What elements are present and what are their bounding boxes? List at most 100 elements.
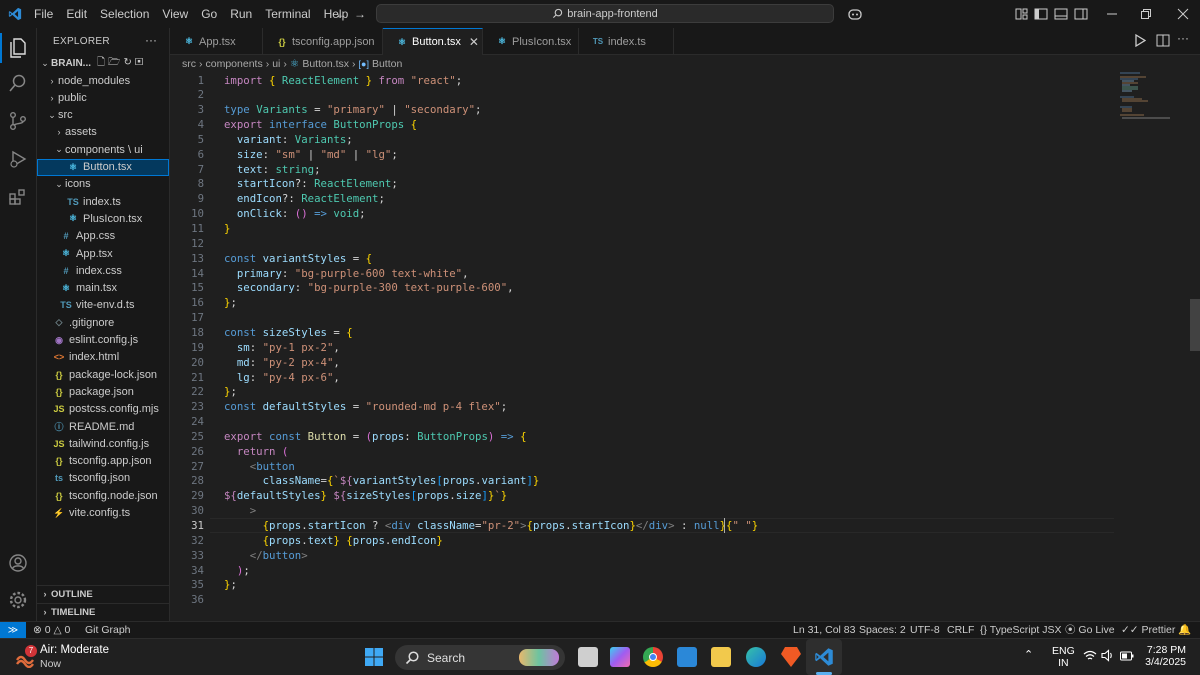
- code-line[interactable]: </button>: [224, 548, 308, 563]
- git-graph-button[interactable]: Git Graph: [85, 622, 131, 639]
- file-explorer-icon[interactable]: [711, 647, 731, 667]
- tree-file[interactable]: # index.css: [37, 262, 169, 279]
- code-line[interactable]: sm: "py-1 px-2",: [224, 340, 340, 355]
- brave-icon[interactable]: [781, 647, 801, 667]
- vscode-logo-icon[interactable]: [8, 7, 22, 21]
- code-line[interactable]: onClick: () => void;: [224, 206, 366, 221]
- tree-folder[interactable]: ⌄ components \ ui: [37, 141, 169, 158]
- line-number[interactable]: 9: [170, 191, 204, 206]
- search-icon[interactable]: [7, 72, 29, 94]
- line-number[interactable]: 36: [170, 592, 204, 607]
- wifi-icon[interactable]: [1083, 650, 1097, 665]
- settings-gear-icon[interactable]: [7, 589, 29, 611]
- tree-folder[interactable]: ⌄ src: [37, 107, 169, 124]
- code-line[interactable]: const defaultStyles = "rounded-md p-4 fl…: [224, 399, 507, 414]
- line-number[interactable]: 7: [170, 162, 204, 177]
- tab-tsconfig-app-json[interactable]: {} tsconfig.app.json: [263, 28, 383, 55]
- explorer-icon[interactable]: [7, 36, 29, 58]
- line-number[interactable]: 6: [170, 147, 204, 162]
- menu-run[interactable]: Run: [230, 0, 252, 28]
- account-icon[interactable]: [7, 552, 29, 574]
- close-tab-icon[interactable]: ✕: [469, 35, 479, 49]
- tree-file[interactable]: ⚛ PlusIcon.tsx: [37, 210, 169, 227]
- tree-file[interactable]: ts tsconfig.json: [37, 470, 169, 487]
- tree-folder[interactable]: ⌄ icons: [37, 176, 169, 193]
- tree-file[interactable]: ⚛ Button.tsx: [37, 158, 169, 176]
- code-line[interactable]: text: string;: [224, 162, 321, 177]
- code-line[interactable]: size: "sm" | "md" | "lg";: [224, 147, 398, 162]
- line-number[interactable]: 10: [170, 206, 204, 221]
- code-line[interactable]: <button: [224, 459, 295, 474]
- line-number[interactable]: 8: [170, 176, 204, 191]
- tree-file[interactable]: ⓘ README.md: [37, 418, 169, 435]
- workspace-root[interactable]: ⌄ BRAIN... 🗋🗁↻▣: [37, 55, 169, 72]
- taskbar-search[interactable]: Search: [395, 645, 565, 670]
- line-number[interactable]: 12: [170, 236, 204, 251]
- line-number[interactable]: 23: [170, 399, 204, 414]
- tree-folder[interactable]: › public: [37, 89, 169, 106]
- line-number[interactable]: 3: [170, 102, 204, 117]
- tree-file[interactable]: TS index.ts: [37, 193, 169, 210]
- toggle-secondary-sidebar-icon[interactable]: [1073, 6, 1089, 22]
- code-line[interactable]: variant: Variants;: [224, 132, 353, 147]
- menu-view[interactable]: View: [162, 0, 188, 28]
- notifications-bell-icon[interactable]: 🔔: [1178, 622, 1191, 639]
- line-number[interactable]: 29: [170, 488, 204, 503]
- line-number[interactable]: 20: [170, 355, 204, 370]
- breadcrumb-src[interactable]: src: [182, 58, 196, 70]
- tree-file[interactable]: # App.css: [37, 228, 169, 245]
- line-number[interactable]: 28: [170, 473, 204, 488]
- code-line[interactable]: const variantStyles = {: [224, 251, 372, 266]
- code-line[interactable]: endIcon?: ReactElement;: [224, 191, 385, 206]
- line-number[interactable]: 16: [170, 295, 204, 310]
- code-line[interactable]: lg: "py-4 px-6",: [224, 370, 340, 385]
- back-arrow-icon[interactable]: ←: [333, 6, 349, 22]
- mail-icon[interactable]: [677, 647, 697, 667]
- restore-icon[interactable]: [1138, 6, 1154, 22]
- windows-start-icon[interactable]: [364, 647, 384, 670]
- line-number[interactable]: 32: [170, 533, 204, 548]
- line-number[interactable]: 31: [170, 518, 204, 533]
- code-line[interactable]: >: [224, 503, 256, 518]
- tab-index-ts[interactable]: TS index.ts: [579, 28, 674, 55]
- line-number[interactable]: 22: [170, 384, 204, 399]
- code-line[interactable]: };: [224, 384, 237, 399]
- extensions-icon[interactable]: [7, 186, 29, 208]
- code-line[interactable]: import { ReactElement } from "react";: [224, 73, 462, 88]
- tree-file[interactable]: {} package.json: [37, 383, 169, 400]
- tree-file[interactable]: <> index.html: [37, 349, 169, 366]
- line-number[interactable]: 35: [170, 577, 204, 592]
- tree-file[interactable]: {} tsconfig.app.json: [37, 453, 169, 470]
- line-number[interactable]: 26: [170, 444, 204, 459]
- line-number[interactable]: 14: [170, 266, 204, 281]
- vscode-taskbar-icon[interactable]: [814, 647, 834, 670]
- indentation[interactable]: Spaces: 2: [859, 622, 906, 639]
- tree-file[interactable]: TS vite-env.d.ts: [37, 297, 169, 314]
- code-line[interactable]: const sizeStyles = {: [224, 325, 353, 340]
- more-actions-icon[interactable]: ···: [145, 33, 157, 47]
- line-number[interactable]: 4: [170, 117, 204, 132]
- line-number[interactable]: 33: [170, 548, 204, 563]
- line-number[interactable]: 17: [170, 310, 204, 325]
- chrome-icon[interactable]: [643, 647, 663, 667]
- line-ending[interactable]: CRLF: [947, 622, 974, 639]
- cursor-position[interactable]: Ln 31, Col 83: [793, 622, 855, 639]
- forward-arrow-icon[interactable]: →: [352, 6, 368, 22]
- minimize-icon[interactable]: [1104, 6, 1120, 22]
- weather-widget-icon[interactable]: 7: [14, 645, 37, 669]
- menu-file[interactable]: File: [34, 0, 53, 28]
- code-line[interactable]: return (: [224, 444, 288, 459]
- breadcrumb-file[interactable]: Button.tsx: [302, 58, 349, 70]
- code-line[interactable]: ${defaultStyles} ${sizeStyles[props.size…: [224, 488, 507, 503]
- tree-file[interactable]: {} package-lock.json: [37, 366, 169, 383]
- code-line[interactable]: export const Button = (props: ButtonProp…: [224, 429, 527, 444]
- code-line[interactable]: type Variants = "primary" | "secondary";: [224, 102, 481, 117]
- tree-file[interactable]: ◇ .gitignore: [37, 314, 169, 331]
- line-number[interactable]: 30: [170, 503, 204, 518]
- code-line[interactable]: startIcon?: ReactElement;: [224, 176, 398, 191]
- go-live-button[interactable]: ⦿ Go Live: [1065, 622, 1115, 639]
- battery-icon[interactable]: [1120, 650, 1134, 664]
- code-line[interactable]: }: [224, 221, 230, 236]
- timeline-panel-header[interactable]: › TIMELINE: [37, 603, 169, 620]
- toggle-panel-icon[interactable]: [1053, 6, 1069, 22]
